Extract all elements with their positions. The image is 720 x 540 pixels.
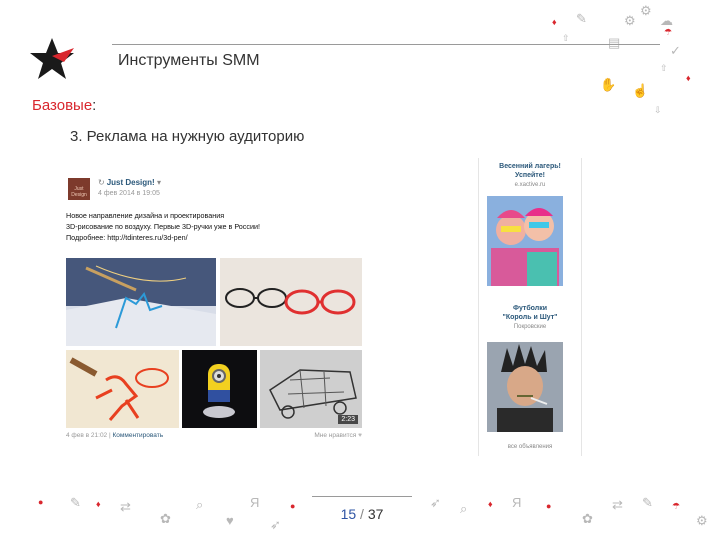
doodle-heart-icon: ♥ bbox=[226, 513, 234, 528]
header-divider bbox=[112, 44, 660, 45]
folder-icon: ▤ bbox=[608, 35, 621, 50]
page-separator: / bbox=[360, 506, 364, 522]
group-name-link[interactable]: ↻ Just Design! ▾ bbox=[98, 178, 163, 187]
section-title: Базовые: bbox=[32, 97, 96, 114]
cloud-icon: ☁ bbox=[660, 13, 673, 28]
pencil-icon: ✎ bbox=[576, 11, 587, 26]
vk-post: Just Design ↻ Just Design! ▾ 4 фев 2014 в… bbox=[64, 172, 366, 444]
post-photo-minion[interactable] bbox=[182, 350, 257, 428]
doodle-letter2-icon: Я bbox=[512, 495, 522, 510]
post-video-thumbnail[interactable]: 2:23 bbox=[260, 350, 362, 428]
post-date[interactable]: 4 фев 2014 в 19:05 bbox=[98, 190, 160, 197]
like-button[interactable]: Мне нравится ♥ bbox=[314, 432, 362, 439]
heart-icon: ♥ bbox=[358, 432, 362, 439]
check-icon: ✓ bbox=[670, 43, 681, 58]
doodle-rocket2-icon: ➶ bbox=[430, 495, 441, 510]
page-total: 37 bbox=[367, 506, 384, 522]
doodle-pen2-icon: ✎ bbox=[642, 495, 653, 510]
ad-image-tshirts[interactable] bbox=[487, 342, 563, 432]
logo-star-icon bbox=[30, 38, 74, 79]
doodle-letter-icon: Я bbox=[250, 495, 260, 510]
doodle-pin2-icon: ♦ bbox=[488, 499, 493, 509]
post-photo-3d-glasses[interactable] bbox=[220, 258, 362, 346]
doodle-chat-icon: ● bbox=[38, 497, 44, 507]
ad-title-line: Футболки bbox=[512, 305, 548, 312]
footer-divider bbox=[312, 496, 412, 497]
ad-title-line: Весенний лагерь! bbox=[499, 163, 561, 170]
doodle-bird2-icon: ✿ bbox=[582, 511, 593, 526]
dropdown-icon: ▾ bbox=[154, 178, 161, 187]
post-text-line: 3D-рисование по воздуху. Первые 3D-ручки… bbox=[66, 222, 261, 231]
doodle-arrow2-icon: ⇄ bbox=[612, 497, 623, 512]
ad-title-line: "Король и Шут" bbox=[502, 314, 558, 321]
like-label: Мне нравится bbox=[314, 432, 357, 439]
section-title-text: Базовые bbox=[32, 97, 93, 114]
post-footer-date[interactable]: 4 фев в 21:02 bbox=[66, 432, 107, 439]
doodle-pin-icon: ♦ bbox=[96, 499, 101, 509]
slide-title: Инструменты SMM bbox=[118, 52, 260, 69]
doodle-chat2-icon: ● bbox=[290, 501, 296, 511]
doodle-search-icon: ⌕ bbox=[196, 497, 204, 512]
gear-small-icon: ⚙ bbox=[640, 3, 652, 18]
doodle-bird-icon: ✿ bbox=[160, 511, 171, 526]
subtitle: 3. Реклама на нужную аудиторию bbox=[70, 128, 305, 145]
video-duration: 2:23 bbox=[338, 415, 358, 424]
page-current: 15 bbox=[340, 506, 357, 522]
all-ads-link[interactable]: все объявления bbox=[479, 444, 581, 450]
section-title-colon: : bbox=[92, 97, 97, 114]
doodle-rocket-icon: ➶ bbox=[270, 517, 281, 532]
ad-title-line: Успейте! bbox=[515, 172, 545, 179]
ad-site: e.xactive.ru bbox=[514, 182, 546, 188]
post-footer: 4 фев в 21:02 | Комментировать Мне нрави… bbox=[66, 432, 362, 439]
group-avatar[interactable]: Just Design bbox=[68, 178, 90, 200]
post-text: Новое направление дизайна и проектирован… bbox=[66, 210, 366, 243]
ad-title[interactable]: Футболки "Король и Шут" bbox=[479, 304, 581, 322]
ad-site: Покровские bbox=[513, 324, 547, 330]
gear-icon: ⚙ bbox=[624, 13, 636, 28]
comment-link[interactable]: Комментировать bbox=[112, 432, 163, 439]
doodle-search2-icon: ⌕ bbox=[460, 501, 468, 516]
group-name: Just Design! bbox=[106, 178, 155, 187]
doodle-chat3-icon: ● bbox=[546, 501, 552, 511]
arrow-icon-2: ⇧ bbox=[660, 63, 668, 73]
like-icon: ☝ bbox=[632, 83, 649, 98]
repost-icon: ↻ bbox=[98, 178, 105, 187]
ad-image-camp[interactable] bbox=[487, 196, 563, 286]
pin-icon-2: ♦ bbox=[686, 73, 691, 83]
doodle-gear-icon: ⚙ bbox=[696, 513, 708, 528]
arrow-icon: ⇧ bbox=[562, 33, 570, 43]
ads-sidebar: Весенний лагерь! Успейте! e.xactive.ru Ф… bbox=[478, 158, 582, 456]
doodle-bulb-icon: ☂ bbox=[672, 501, 681, 511]
group-avatar-text: Just Design bbox=[71, 186, 87, 198]
page-number: 15 / 37 bbox=[322, 506, 402, 522]
hand-icon: ✋ bbox=[600, 77, 617, 92]
bulb-icon: ☂ bbox=[664, 27, 673, 37]
post-photo-red-figure[interactable] bbox=[66, 350, 179, 428]
ad-title[interactable]: Весенний лагерь! Успейте! bbox=[479, 162, 581, 180]
post-text-line[interactable]: Подробнее: http://tdinteres.ru/3d-pen/ bbox=[66, 232, 366, 243]
pin-icon: ♦ bbox=[552, 17, 557, 27]
post-text-line: Новое направление дизайна и проектирован… bbox=[66, 211, 225, 220]
arrow-icon-3: ⇩ bbox=[654, 105, 662, 115]
doodle-pen-icon: ✎ bbox=[70, 495, 81, 510]
doodle-arrow-icon: ⇄ bbox=[120, 499, 131, 514]
post-photo-3dpen-drawing[interactable] bbox=[66, 258, 216, 346]
